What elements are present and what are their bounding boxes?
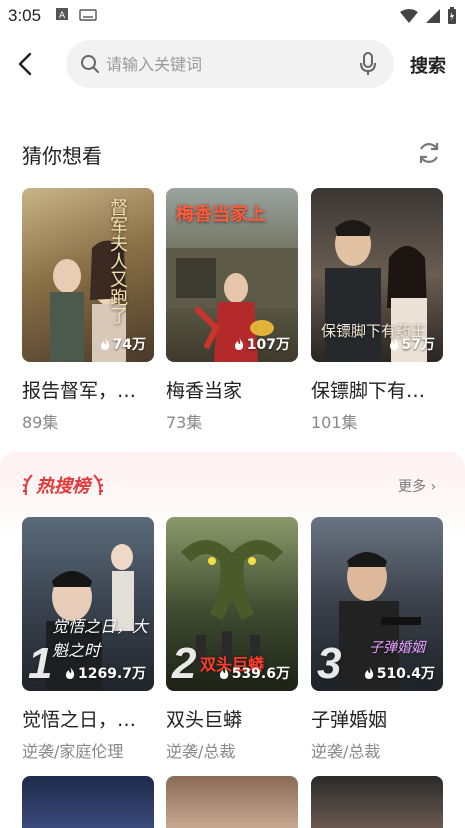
search-box[interactable] <box>66 40 394 88</box>
drama-title[interactable]: 梅香当家 <box>166 376 298 403</box>
episode-count: 89集 <box>22 413 59 432</box>
drama-title[interactable]: 觉悟之日，… <box>22 705 154 732</box>
fire-icon <box>389 338 398 350</box>
poster-title-text: 梅香当家上 <box>176 204 266 225</box>
svg-text:A: A <box>59 11 66 21</box>
drama-poster[interactable]: 觉悟之日，大魁之时 1 1269.7万 <box>22 517 154 691</box>
keyboard-icon <box>79 6 97 26</box>
search-header: 搜索 <box>0 38 465 90</box>
drama-title[interactable]: 报告督军，… <box>22 376 154 403</box>
battery-icon <box>447 7 457 30</box>
drama-poster[interactable]: 督军夫人又跑了 74万 <box>22 188 154 362</box>
chevron-right-icon: › <box>430 479 437 495</box>
back-arrow-icon <box>18 52 32 76</box>
poster-title-text: 督军夫人又跑了 <box>107 198 128 324</box>
drama-genre: 逆袭/总裁 <box>311 742 381 761</box>
search-icon <box>80 54 100 78</box>
more-link-label[interactable]: 更多 <box>398 479 426 495</box>
heat-value: 1269.7万 <box>77 666 146 682</box>
poster-title-text: 子弹婚姻 <box>369 640 425 656</box>
hot-drama-card[interactable]: 觉悟之日，大魁之时 1 1269.7万 觉悟之日，… 逆袭/家庭伦理 <box>22 517 154 762</box>
wifi-icon <box>399 8 419 29</box>
search-button[interactable]: 搜索 <box>410 52 446 78</box>
poster-title-text: 觉悟之日，大魁之时 <box>52 617 149 660</box>
heat-count: 74万 <box>99 334 146 354</box>
hot-drama-card[interactable]: 双头巨蟒 2 539.6万 双头巨蟒 逆袭/总裁 <box>166 517 298 762</box>
drama-poster[interactable]: 双头巨蟒 2 539.6万 <box>166 517 298 691</box>
heat-count: 1269.7万 <box>64 663 146 683</box>
heat-count: 510.4万 <box>363 663 435 683</box>
fire-icon <box>100 338 109 350</box>
heat-value: 107万 <box>246 337 290 353</box>
more-link[interactable]: 更多 › <box>398 476 436 496</box>
drama-title[interactable]: 双头巨蟒 <box>166 705 298 732</box>
heat-value: 510.4万 <box>376 666 435 682</box>
drama-card[interactable]: 梅香当家上 107万 梅香当家 73集 <box>166 188 298 433</box>
heat-value: 539.6万 <box>231 666 290 682</box>
heat-count: 107万 <box>233 334 290 354</box>
laurel-left-icon <box>22 474 33 496</box>
drama-genre: 逆袭/家庭伦理 <box>22 742 124 761</box>
drama-title[interactable]: 保镖脚下有… <box>311 376 443 403</box>
rank-number: 2 <box>172 639 197 688</box>
status-bar: 3:05 A <box>0 0 465 32</box>
heat-value: 57万 <box>401 337 435 353</box>
keyboard-app-icon: A <box>55 6 69 26</box>
hot-drama-card[interactable]: 子弹婚姻 3 510.4万 子弹婚姻 逆袭/总裁 <box>311 517 443 762</box>
episode-count: 73集 <box>166 413 203 432</box>
signal-icon <box>425 8 441 29</box>
drama-poster[interactable]: 子弹婚姻 3 510.4万 <box>311 517 443 691</box>
microphone-icon[interactable] <box>360 52 376 80</box>
drama-poster[interactable] <box>166 776 298 828</box>
drama-poster[interactable] <box>311 776 443 828</box>
fire-icon <box>219 667 228 679</box>
back-button[interactable] <box>12 50 40 78</box>
fire-icon <box>234 338 243 350</box>
refresh-icon[interactable] <box>416 140 442 170</box>
rank-number: 3 <box>317 639 342 688</box>
rank-number: 1 <box>28 639 53 688</box>
drama-poster[interactable] <box>22 776 154 828</box>
drama-card[interactable]: 督军夫人又跑了 74万 报告督军，… 89集 <box>22 188 154 433</box>
drama-title[interactable]: 子弹婚姻 <box>311 705 443 732</box>
fire-icon <box>65 667 75 679</box>
drama-genre: 逆袭/总裁 <box>166 742 236 761</box>
fire-icon <box>364 667 373 679</box>
drama-card[interactable]: 保镖脚下有药王 57万 保镖脚下有… 101集 <box>311 188 443 433</box>
section-title-guess: 猜你想看 <box>22 144 102 168</box>
hot-search-title-text: 热搜榜 <box>36 476 90 497</box>
drama-poster[interactable]: 保镖脚下有药王 57万 <box>311 188 443 362</box>
heat-count: 57万 <box>388 334 435 354</box>
heat-count: 539.6万 <box>218 663 290 683</box>
search-input[interactable] <box>106 50 346 78</box>
episode-count: 101集 <box>311 413 358 432</box>
drama-poster[interactable]: 梅香当家上 107万 <box>166 188 298 362</box>
hot-search-title: 热搜榜 <box>22 472 104 498</box>
heat-value: 74万 <box>112 337 146 353</box>
status-time: 3:05 <box>8 6 42 25</box>
laurel-right-icon <box>93 474 104 496</box>
